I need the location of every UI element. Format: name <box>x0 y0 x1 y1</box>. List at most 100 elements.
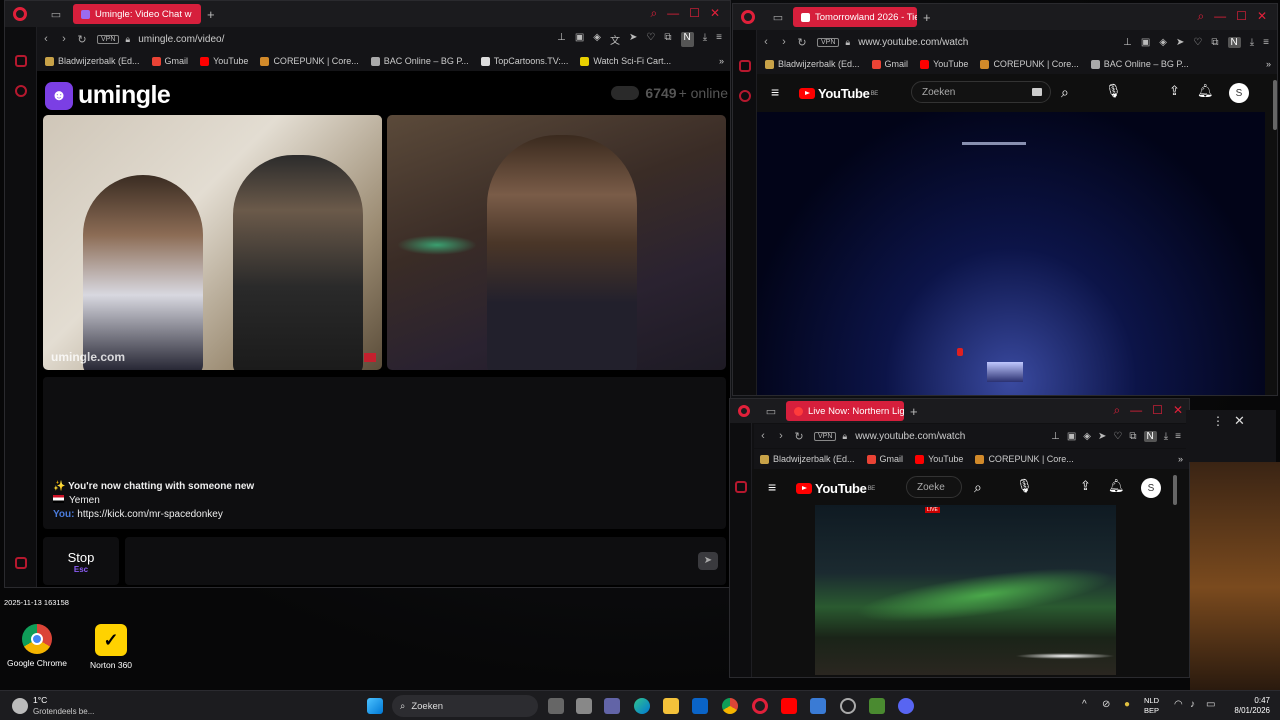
opera-menu-icon[interactable] <box>741 10 755 24</box>
opera-taskbar-icon[interactable] <box>752 698 768 714</box>
sidebar-settings-icon[interactable] <box>15 557 27 569</box>
shield-icon[interactable]: ◈ <box>1159 37 1167 48</box>
video-player[interactable]: LIVE <box>815 505 1116 675</box>
pin-icon[interactable]: ⊥ <box>1123 37 1132 48</box>
new-tab-button[interactable]: + <box>910 404 918 419</box>
snapshot-icon[interactable]: ▣ <box>1067 431 1076 442</box>
upload-icon[interactable]: ⇪ <box>1169 83 1180 99</box>
bookmark-item[interactable]: Bladwijzerbalk (Ed... <box>760 454 855 464</box>
edge-icon[interactable] <box>634 698 650 714</box>
close-button[interactable]: ✕ <box>1257 9 1267 24</box>
microphone-icon[interactable]: 🎙︎ <box>1016 478 1033 494</box>
bookmark-item[interactable]: COREPUNK | Core... <box>975 454 1074 464</box>
back-button[interactable]: ‹ <box>754 430 772 442</box>
youtube-taskbar-icon[interactable] <box>781 698 797 714</box>
maximize-button[interactable]: ☐ <box>1152 403 1163 418</box>
tab-tomorrowland[interactable]: Tomorrowland 2026 - Ties <box>793 7 917 27</box>
report-flag-icon[interactable] <box>364 353 376 362</box>
desktop-icon-norton[interactable]: ✓ Norton 360 <box>82 624 140 670</box>
bookmark-item[interactable]: TopCartoons.TV:... <box>480 56 568 66</box>
maximize-button[interactable]: ☐ <box>689 6 700 21</box>
teams-icon[interactable] <box>604 698 620 714</box>
vpn-badge[interactable]: VPN <box>814 431 837 441</box>
tray-wifi-off-icon[interactable]: ⊘ <box>1102 699 1110 710</box>
message-input[interactable]: ➤ <box>125 537 726 585</box>
tab-umingle[interactable]: Umingle: Video Chat w <box>73 4 201 24</box>
tab-overview-icon[interactable]: ▭ <box>762 405 780 418</box>
toggle-icon[interactable] <box>611 86 640 100</box>
discord-icon[interactable] <box>898 698 914 714</box>
screenshot-file-label[interactable]: 2025-11-13 163158 <box>4 598 69 607</box>
upload-icon[interactable]: ⇪ <box>1080 478 1091 494</box>
search-icon[interactable]: ⌕ <box>974 479 982 496</box>
extensions-icon[interactable]: ⧉ <box>1129 431 1136 442</box>
back-button[interactable]: ‹ <box>757 36 775 48</box>
search-icon[interactable]: ⌕ <box>1061 84 1069 101</box>
bookmark-item[interactable]: Gmail <box>871 59 908 69</box>
heart-icon[interactable]: ♡ <box>646 32 655 47</box>
forward-button[interactable]: › <box>772 430 790 442</box>
avatar[interactable]: S <box>1229 83 1249 103</box>
reload-button[interactable]: ↻ <box>793 36 811 49</box>
snapshot-icon[interactable]: ▣ <box>1141 37 1150 48</box>
menu-icon[interactable]: ≡ <box>716 32 722 47</box>
extensions-icon[interactable]: ⧉ <box>1211 37 1218 48</box>
minimize-button[interactable]: — <box>667 6 679 21</box>
bookmark-item[interactable]: BAC Online – BG P... <box>370 56 469 66</box>
vpn-badge[interactable]: VPN <box>97 34 120 44</box>
sidebar-history-icon[interactable] <box>739 90 751 102</box>
tab-overview-icon[interactable]: ▭ <box>47 8 65 21</box>
notifications-bell-icon[interactable]: 🔔︎ <box>1197 83 1214 99</box>
send-button[interactable]: ➤ <box>698 552 718 570</box>
search-tabs-icon[interactable]: ⌕ <box>1113 403 1120 418</box>
bookmark-item[interactable]: BAC Online – BG P... <box>1090 59 1189 69</box>
umingle-logo[interactable]: ☻ umingle <box>45 81 171 110</box>
vpn-badge[interactable]: VPN <box>817 37 840 47</box>
calculator-icon[interactable] <box>810 698 826 714</box>
stop-button[interactable]: Stop Esc <box>43 537 119 585</box>
close-button[interactable]: ✕ <box>710 6 720 21</box>
tray-mic-icon[interactable]: ● <box>1124 699 1130 710</box>
tab-northern-lights[interactable]: Live Now: Northern Lig <box>786 401 904 421</box>
url-field[interactable]: www.youtube.com/watch <box>858 37 968 48</box>
clock[interactable]: 0:47 8/01/2026 <box>1226 696 1270 716</box>
bookmark-item[interactable]: YouTube <box>200 56 248 66</box>
tab-overview-icon[interactable]: ▭ <box>769 11 787 24</box>
file-explorer-icon[interactable] <box>663 698 679 714</box>
chrome-taskbar-icon[interactable] <box>722 698 738 714</box>
youtube-logo[interactable]: YouTube BE <box>799 86 878 101</box>
send-icon[interactable]: ➤ <box>1098 431 1106 442</box>
bookmarks-more-icon[interactable]: » <box>719 56 724 66</box>
reload-button[interactable]: ↻ <box>73 33 91 46</box>
bookmark-item[interactable]: Bladwijzerbalk (Ed... <box>45 56 140 66</box>
snapshot-icon[interactable]: ▣ <box>575 32 584 47</box>
desktop-icon-chrome[interactable]: Google Chrome <box>6 624 68 668</box>
youtube-logo[interactable]: YouTube BE <box>796 481 875 496</box>
sidebar-home-icon[interactable] <box>735 481 747 493</box>
tray-network-icon[interactable]: ◠ <box>1174 699 1183 710</box>
profile-icon[interactable]: N <box>1227 36 1241 48</box>
minimize-button[interactable]: — <box>1214 9 1226 24</box>
keyboard-icon[interactable] <box>1032 88 1042 96</box>
download-icon[interactable]: ⤓ <box>1250 37 1254 48</box>
avatar[interactable]: S <box>1141 478 1161 498</box>
task-view-icon[interactable] <box>548 698 564 714</box>
forward-button[interactable]: › <box>55 33 73 45</box>
download-icon[interactable]: ⤓ <box>1164 431 1168 442</box>
tray-volume-icon[interactable]: ♪ <box>1190 699 1195 710</box>
bookmark-item[interactable]: Gmail <box>866 454 903 464</box>
menu-icon[interactable]: ≡ <box>1263 37 1269 48</box>
page-scrollbar[interactable] <box>1173 475 1177 505</box>
menu-icon[interactable]: ≡ <box>1175 431 1181 442</box>
more-options-icon[interactable]: ⋮ <box>1212 414 1224 428</box>
opera-gx-taskbar-icon[interactable] <box>840 698 856 714</box>
taskbar-search-input[interactable]: ⌕ Zoeken <box>392 695 538 717</box>
sidebar-history-icon[interactable] <box>15 85 27 97</box>
opera-menu-icon[interactable] <box>13 7 27 21</box>
send-icon[interactable]: ➤ <box>629 32 637 47</box>
pin-icon[interactable]: ⊥ <box>557 32 566 47</box>
close-button[interactable]: ✕ <box>1173 403 1183 418</box>
new-tab-button[interactable]: + <box>207 7 215 22</box>
opera-menu-icon[interactable] <box>738 405 750 417</box>
notifications-bell-icon[interactable]: 🔔︎ <box>1108 478 1125 494</box>
